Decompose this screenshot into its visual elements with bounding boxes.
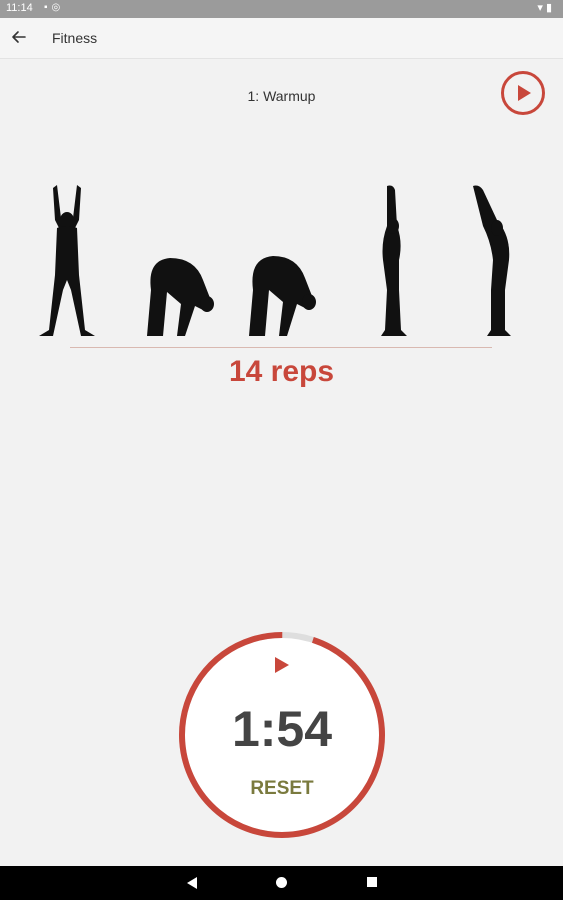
arrow-left-icon — [12, 31, 26, 43]
timer-dial: 1:54 RESET — [175, 628, 389, 842]
back-arch-figure — [473, 185, 511, 336]
status-bar: 11:14 ▪◎ ▾▮ — [0, 0, 563, 18]
status-left-icons: ▪◎ — [44, 2, 64, 13]
exercise-illustration — [39, 185, 511, 336]
play-button[interactable] — [501, 71, 545, 115]
back-triangle-icon[interactable] — [186, 876, 198, 890]
timer-play-icon[interactable] — [274, 656, 290, 674]
notification-icon: ◎ — [51, 2, 65, 13]
app-title: Fitness — [52, 30, 98, 46]
divider — [70, 347, 492, 348]
battery-icon: ▮ — [545, 2, 555, 14]
sd-card-icon: ▪ — [44, 2, 52, 13]
system-nav-bar — [0, 866, 563, 900]
play-icon — [518, 85, 531, 101]
reps-count: 14 reps — [228, 355, 335, 388]
forward-bend-figure-2 — [249, 256, 316, 336]
reset-button[interactable]: RESET — [175, 778, 389, 800]
arms-up-figure — [39, 185, 95, 336]
recents-square-icon[interactable] — [366, 876, 378, 888]
timer-time: 1:54 — [231, 701, 333, 757]
home-circle-icon[interactable] — [275, 876, 288, 889]
app-bar: Fitness — [0, 18, 563, 59]
status-right-icons: ▾▮ — [537, 1, 555, 14]
arms-up-side-figure — [381, 185, 407, 336]
back-button[interactable] — [8, 26, 30, 48]
wifi-icon: ▾ — [537, 2, 546, 14]
status-time: 11:14 — [6, 2, 33, 14]
forward-bend-figure — [147, 258, 214, 336]
exercise-title: 1: Warmup — [247, 88, 316, 104]
